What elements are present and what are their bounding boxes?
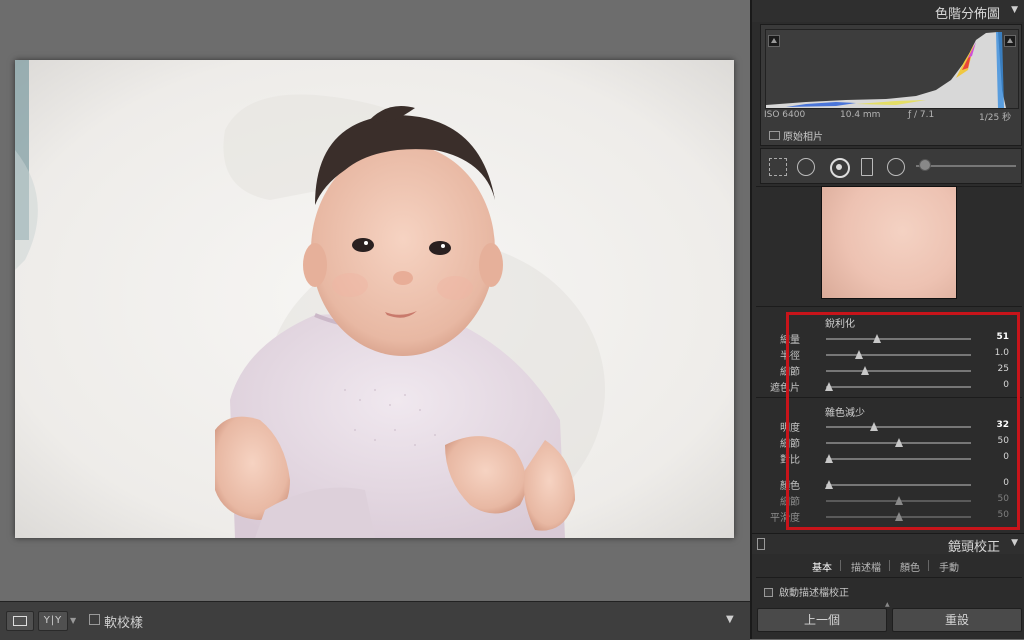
collapse-arrow-icon[interactable]: ▼ — [1011, 5, 1018, 15]
lens-correction-title: 鏡頭校正 — [947, 540, 1000, 555]
iso-value: ISO 6400 — [764, 110, 806, 120]
develop-right-panel: 色階分佈圖 ▼ ISO 6400 10.4 mm ƒ / 7.1 1/25 秒 … — [750, 0, 1024, 639]
collapse-arrow-icon[interactable]: ▼ — [1011, 538, 1018, 548]
histogram-panel: ISO 6400 10.4 mm ƒ / 7.1 1/25 秒 原始相片 — [760, 24, 1022, 146]
previous-button[interactable]: 上一個 — [757, 608, 887, 632]
tab-separator — [889, 560, 890, 571]
tab-color[interactable]: 顏色 — [900, 559, 920, 574]
tab-separator — [840, 560, 841, 571]
divider — [756, 577, 1022, 578]
chevron-up-icon[interactable]: ▲ — [885, 601, 890, 608]
enable-profile-label: 啟動描述檔校正 — [779, 588, 849, 599]
tab-separator — [928, 560, 929, 571]
tab-basic[interactable]: 基本 — [812, 559, 832, 574]
histogram-graph[interactable] — [765, 29, 1019, 109]
tab-manual[interactable]: 手動 — [939, 559, 959, 574]
original-photo-checkbox[interactable] — [769, 131, 780, 140]
tab-profile[interactable]: 描述檔 — [851, 559, 881, 574]
tool-strip — [760, 148, 1022, 184]
tool-strength-slider[interactable] — [916, 165, 1016, 167]
histogram-curve — [766, 32, 1006, 108]
crop-icon[interactable] — [797, 158, 815, 176]
histogram-header[interactable]: 色階分佈圖 ▼ — [752, 0, 1024, 22]
photo-viewport[interactable] — [0, 0, 750, 600]
chevron-down-icon[interactable]: ▼ — [70, 616, 76, 625]
enable-profile-checkbox[interactable] — [764, 588, 773, 597]
baby-photo[interactable] — [15, 60, 734, 538]
soft-proof-label: 軟校樣 — [104, 616, 144, 631]
highlight-clipping-icon[interactable] — [1004, 35, 1016, 47]
divider — [756, 306, 1022, 307]
graduated-filter-icon[interactable] — [861, 158, 873, 176]
annotation-highlight-box — [786, 312, 1020, 530]
spot-removal-icon[interactable] — [830, 158, 850, 178]
panel-toggle-switch[interactable] — [757, 538, 765, 550]
radial-filter-icon[interactable] — [887, 158, 905, 176]
tool-strength-slider-knob[interactable] — [919, 159, 931, 171]
focal-length: 10.4 mm — [840, 110, 881, 120]
grid-overlay-icon[interactable] — [769, 158, 787, 176]
shutter-speed: 1/25 秒 — [979, 113, 1012, 123]
soft-proof-checkbox[interactable] — [89, 614, 100, 625]
lens-correction-header[interactable]: 鏡頭校正 ▼ — [752, 533, 1024, 555]
shadow-clipping-icon[interactable] — [768, 35, 780, 47]
before-after-view-button[interactable]: Y|Y — [38, 611, 68, 631]
original-photo-label: 原始相片 — [783, 132, 823, 143]
reset-button[interactable]: 重設 — [892, 608, 1022, 632]
detail-zoom-preview[interactable] — [821, 186, 957, 299]
histogram-title: 色階分佈圖 — [934, 7, 1000, 22]
loupe-view-button[interactable] — [6, 611, 34, 631]
baby-photo-image — [15, 60, 734, 538]
toolbar-menu-icon[interactable]: ▼ — [726, 614, 734, 625]
aperture-value: ƒ / 7.1 — [908, 110, 935, 120]
